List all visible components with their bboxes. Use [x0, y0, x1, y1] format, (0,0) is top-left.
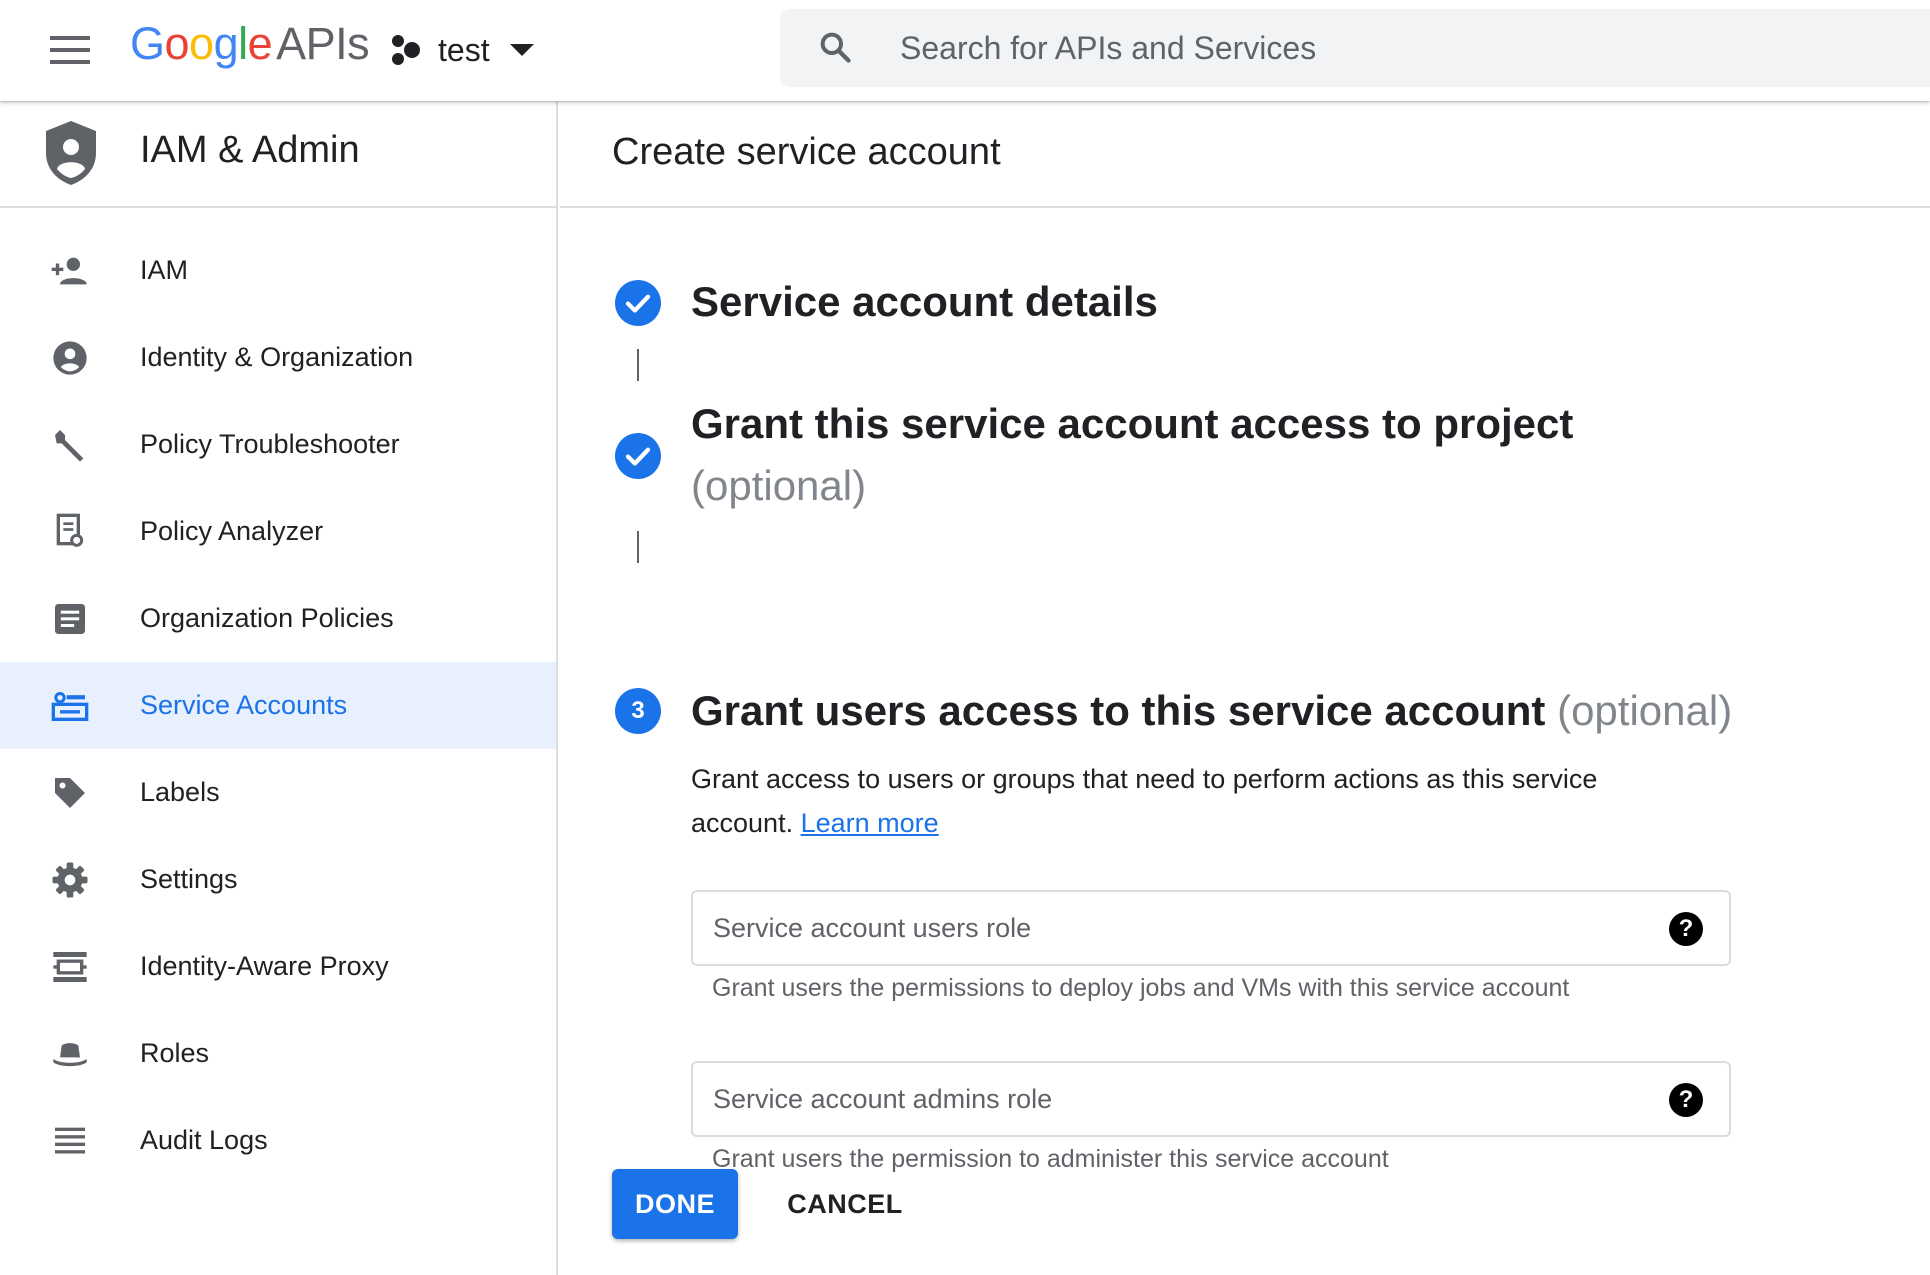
search-bar[interactable]: Search for APIs and Services [780, 9, 1930, 87]
person-add-icon [51, 257, 87, 284]
sidebar-item-labels[interactable]: Labels [0, 749, 556, 836]
description-line-1: Grant access to users or groups that nee… [691, 764, 1598, 794]
users-role-hint: Grant users the permissions to deploy jo… [712, 974, 1570, 1002]
top-app-bar: GoogleAPIs test Search for APIs and Serv… [0, 0, 1930, 101]
sidebar-item-identity-aware-proxy[interactable]: Identity-Aware Proxy [0, 923, 556, 1010]
step-connector [637, 531, 639, 563]
sidebar-item-audit-logs[interactable]: Audit Logs [0, 1097, 556, 1184]
sidebar-header: IAM & Admin [0, 101, 556, 208]
page-title: Create service account [612, 131, 1001, 173]
step-number-badge: 3 [615, 688, 661, 734]
sidebar-item-label: Audit Logs [140, 1125, 268, 1155]
sidebar-item-label: Service Accounts [140, 690, 348, 720]
sidebar-title: IAM & Admin [140, 129, 360, 171]
proxy-icon [53, 951, 87, 982]
sidebar-item-organization-policies[interactable]: Organization Policies [0, 575, 556, 662]
sidebar-item-iam[interactable]: IAM [0, 227, 556, 314]
search-input[interactable]: Search for APIs and Services [900, 30, 1316, 67]
account-circle-icon [53, 340, 87, 375]
hat-icon [53, 1042, 87, 1066]
sidebar-item-label: Settings [140, 864, 238, 894]
lines-icon [55, 1127, 85, 1153]
step-complete-check-icon [615, 433, 661, 479]
chevron-down-icon [509, 44, 534, 56]
sidebar-nav: IAM Identity & Organization Policy Troub… [0, 208, 556, 1184]
hamburger-menu-icon[interactable] [44, 30, 96, 70]
sidebar-item-label: Labels [140, 777, 220, 807]
service-account-admins-role-field[interactable]: Service account admins role ? [691, 1061, 1731, 1137]
step-1-title[interactable]: Service account details [691, 271, 1158, 333]
sidebar-item-policy-troubleshooter[interactable]: Policy Troubleshooter [0, 401, 556, 488]
step-3-title: Grant users access to this service accou… [691, 680, 1732, 742]
learn-more-link[interactable]: Learn more [801, 808, 939, 838]
label-tag-icon [55, 777, 85, 808]
cancel-button[interactable]: CANCEL [780, 1169, 910, 1239]
step-2-title-text: Grant this service account access to pro… [691, 400, 1574, 447]
sidebar-item-label: Organization Policies [140, 603, 394, 633]
sidebar-item-label: Policy Analyzer [140, 516, 324, 546]
sidebar-item-label: Identity-Aware Proxy [140, 951, 389, 981]
list-document-icon [55, 603, 85, 634]
sidebar: IAM & Admin IAM Identity & Organization … [0, 101, 558, 1275]
wrench-icon [55, 429, 84, 462]
admins-role-input[interactable]: Service account admins role [713, 1084, 1052, 1115]
description-line-2: account. [691, 808, 794, 838]
sidebar-item-policy-analyzer[interactable]: Policy Analyzer [0, 488, 556, 575]
project-dots-icon [390, 33, 424, 67]
sidebar-item-label: IAM [140, 255, 189, 285]
step-3-title-text: Grant users access to this service accou… [691, 687, 1546, 734]
search-icon [820, 32, 851, 63]
document-search-icon [56, 513, 84, 547]
help-icon[interactable]: ? [1669, 1083, 1703, 1117]
sidebar-item-label: Roles [140, 1038, 210, 1068]
step-2-title[interactable]: Grant this service account access to pro… [691, 393, 1841, 517]
sidebar-item-label: Identity & Organization [140, 342, 414, 372]
sidebar-item-settings[interactable]: Settings [0, 836, 556, 923]
step-description: Grant access to users or groups that nee… [691, 757, 1711, 845]
help-icon[interactable]: ? [1669, 912, 1703, 946]
optional-label: (optional) [691, 462, 867, 509]
step-connector [637, 349, 639, 381]
project-name: test [438, 31, 490, 68]
users-role-input[interactable]: Service account users role [713, 913, 1031, 944]
service-account-icon [51, 691, 89, 721]
shield-icon [46, 121, 96, 185]
gear-icon [52, 862, 88, 897]
sidebar-item-service-accounts[interactable]: Service Accounts [0, 662, 556, 749]
project-selector[interactable]: test [390, 22, 534, 78]
main-content: Create service account Service account d… [560, 101, 1930, 1275]
google-apis-logo[interactable]: GoogleAPIs [130, 18, 370, 70]
optional-label: (optional) [1557, 687, 1733, 734]
step-complete-check-icon [615, 280, 661, 326]
sidebar-item-label: Policy Troubleshooter [140, 429, 400, 459]
main-header: Create service account [560, 101, 1930, 208]
sidebar-item-identity-organization[interactable]: Identity & Organization [0, 314, 556, 401]
sidebar-item-roles[interactable]: Roles [0, 1010, 556, 1097]
done-button[interactable]: DONE [612, 1169, 738, 1239]
service-account-users-role-field[interactable]: Service account users role ? [691, 890, 1731, 966]
